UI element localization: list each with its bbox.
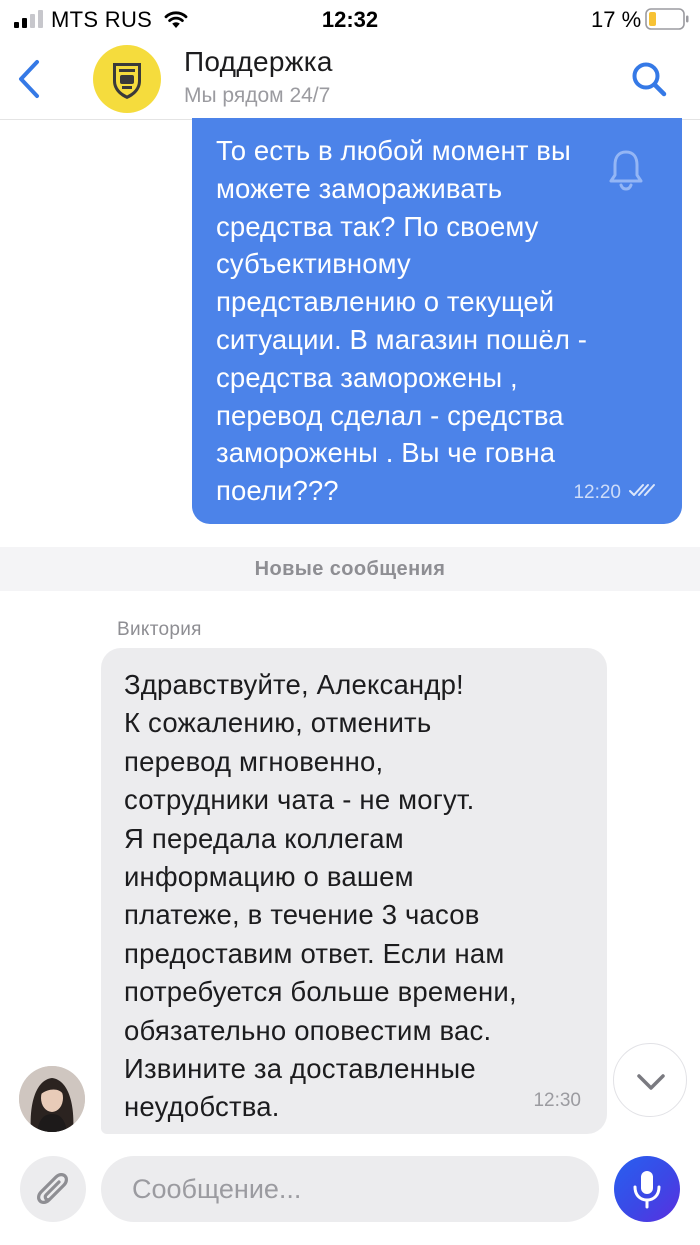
shield-logo-icon bbox=[113, 63, 141, 99]
search-button[interactable] bbox=[626, 56, 672, 102]
chat-title: Поддержка bbox=[184, 46, 333, 77]
attach-button[interactable] bbox=[20, 1156, 86, 1222]
read-receipt-icon bbox=[629, 484, 655, 496]
notification-bell-icon bbox=[609, 150, 643, 191]
chat-header: Поддержка Мы рядом 24/7 bbox=[0, 40, 700, 120]
microphone-icon bbox=[633, 1171, 661, 1209]
search-icon bbox=[632, 62, 667, 97]
paperclip-icon bbox=[37, 1173, 68, 1204]
person-avatar-icon bbox=[19, 1066, 85, 1132]
outgoing-message-text: То есть в любой момент вы можете замораж… bbox=[216, 135, 587, 507]
chat-subtitle: Мы рядом 24/7 bbox=[184, 84, 331, 107]
voice-message-button[interactable] bbox=[614, 1156, 680, 1222]
chevron-left-icon bbox=[19, 60, 39, 98]
scroll-to-bottom-button[interactable] bbox=[613, 1043, 687, 1117]
new-messages-divider: Новые сообщения bbox=[0, 547, 700, 591]
incoming-message-time: 12:30 bbox=[533, 1090, 581, 1111]
sender-name: Виктория bbox=[117, 619, 202, 640]
incoming-message-text: Здравствуйте, Александр! К сожалению, от… bbox=[124, 669, 517, 1123]
agent-avatar[interactable] bbox=[19, 1066, 85, 1132]
chevron-down-icon bbox=[637, 1074, 665, 1090]
battery-percentage: 17 % bbox=[591, 7, 642, 32]
back-button[interactable] bbox=[10, 56, 50, 102]
new-messages-label: Новые сообщения bbox=[254, 558, 446, 580]
message-input[interactable] bbox=[101, 1156, 599, 1222]
battery-icon bbox=[645, 8, 689, 30]
incoming-message-bubble[interactable]: Здравствуйте, Александр! К сожалению, от… bbox=[101, 648, 607, 1134]
bank-logo[interactable] bbox=[93, 45, 161, 113]
outgoing-message-time: 12:20 bbox=[573, 482, 621, 503]
status-bar: MTS RUS 12:32 17 % bbox=[0, 0, 700, 40]
